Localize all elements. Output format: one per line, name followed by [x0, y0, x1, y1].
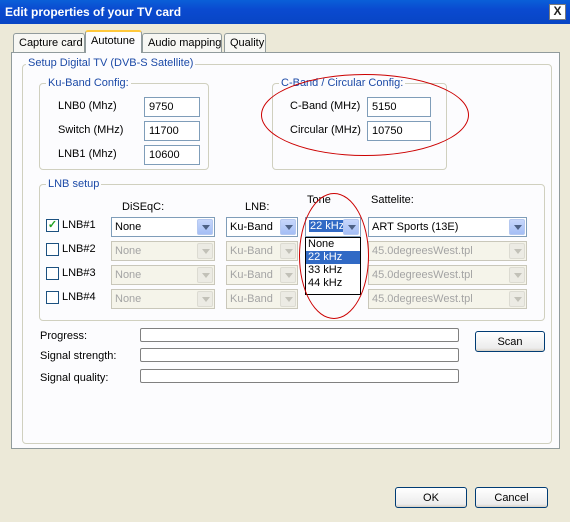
lnb3-lnb-select: Ku-Band [226, 265, 298, 285]
chevron-down-icon [197, 291, 213, 307]
circular-input[interactable]: 10750 [367, 121, 431, 141]
chevron-down-icon [280, 219, 296, 235]
lnb1-input[interactable]: 10600 [144, 145, 200, 165]
lnb3-lnb-value: Ku-Band [230, 269, 273, 281]
c-band-title: C-Band / Circular Config: [279, 77, 406, 89]
c-band-label: C-Band (MHz) [290, 100, 361, 112]
signal-strength-label: Signal strength: [40, 350, 117, 362]
chevron-down-icon [280, 267, 296, 283]
lnb1-checkbox[interactable]: ✓ [46, 219, 59, 232]
lnb1-lnb-value: Ku-Band [230, 221, 273, 233]
tone-option-none[interactable]: None [306, 238, 360, 251]
lnb2-diseqc-value: None [115, 245, 142, 257]
lnb2-lnb-value: Ku-Band [230, 245, 273, 257]
progress-label: Progress: [40, 330, 88, 342]
signal-quality-bar [140, 369, 459, 383]
lnb1-tone-value: 22 kHz [309, 220, 346, 232]
tone-header: Tone [307, 194, 331, 206]
tab-audio-mapping[interactable]: Audio mapping [142, 33, 222, 52]
tone-option-44khz[interactable]: 44 kHz [306, 277, 360, 290]
tab-quality[interactable]: Quality [224, 33, 266, 52]
switch-label: Switch (MHz) [58, 124, 124, 136]
chevron-down-icon [509, 267, 525, 283]
lnb-setup-title: LNB setup [46, 178, 102, 190]
lnb2-diseqc-select: None [111, 241, 215, 261]
chevron-down-icon [343, 219, 359, 235]
lnb3-diseqc-value: None [115, 269, 142, 281]
chevron-down-icon [509, 291, 525, 307]
chevron-down-icon [280, 243, 296, 259]
tone-option-22khz[interactable]: 22 kHz [306, 251, 360, 264]
lnb2-checkbox[interactable] [46, 243, 59, 256]
window-title: Edit properties of your TV card [5, 5, 182, 19]
ku-band-title: Ku-Band Config: [46, 77, 131, 89]
switch-input[interactable]: 11700 [144, 121, 200, 141]
lnb0-input[interactable]: 9750 [144, 97, 200, 117]
progress-bar [140, 328, 459, 342]
signal-strength-bar [140, 348, 459, 362]
signal-quality-label: Signal quality: [40, 372, 109, 384]
chevron-down-icon [197, 267, 213, 283]
chevron-down-icon [197, 243, 213, 259]
lnb2-row-label: LNB#2 [62, 243, 96, 255]
lnb4-diseqc-select: None [111, 289, 215, 309]
lnb3-checkbox[interactable] [46, 267, 59, 280]
tab-autotune[interactable]: Autotune [85, 30, 142, 53]
chevron-down-icon [197, 219, 213, 235]
setup-group-label: Setup Digital TV (DVB-S Satellite) [26, 57, 196, 69]
lnb1-satellite-select[interactable]: ART Sports (13E) [368, 217, 527, 237]
lnb2-satellite-select: 45.0degreesWest.tpl [368, 241, 527, 261]
lnb4-checkbox[interactable] [46, 291, 59, 304]
lnb4-lnb-select: Ku-Band [226, 289, 298, 309]
lnb4-row-label: LNB#4 [62, 291, 96, 303]
lnb3-satellite-value: 45.0degreesWest.tpl [372, 269, 473, 281]
lnb3-satellite-select: 45.0degreesWest.tpl [368, 265, 527, 285]
lnb4-satellite-value: 45.0degreesWest.tpl [372, 293, 473, 305]
lnb2-lnb-select: Ku-Band [226, 241, 298, 261]
lnb3-row-label: LNB#3 [62, 267, 96, 279]
lnb1-tone-select[interactable]: 22 kHz [305, 217, 361, 237]
tone-dropdown-list: None 22 kHz 33 kHz 44 kHz [305, 237, 361, 295]
lnb4-satellite-select: 45.0degreesWest.tpl [368, 289, 527, 309]
window-titlebar: Edit properties of your TV card [0, 0, 570, 24]
lnb4-diseqc-value: None [115, 293, 142, 305]
lnb1-diseqc-select[interactable]: None [111, 217, 215, 237]
ok-button[interactable]: OK [395, 487, 467, 508]
scan-button[interactable]: Scan [475, 331, 545, 352]
lnb1-row-label: LNB#1 [62, 219, 96, 231]
diseqc-header: DiSEqC: [122, 201, 165, 213]
lnb4-lnb-value: Ku-Band [230, 293, 273, 305]
lnb-header: LNB: [245, 201, 270, 213]
lnb1-diseqc-value: None [115, 221, 142, 233]
lnb2-satellite-value: 45.0degreesWest.tpl [372, 245, 473, 257]
tone-option-33khz[interactable]: 33 kHz [306, 264, 360, 277]
c-band-input[interactable]: 5150 [367, 97, 431, 117]
tab-capture-card[interactable]: Capture card [13, 33, 85, 52]
chevron-down-icon [509, 243, 525, 259]
close-button[interactable]: X [549, 4, 566, 20]
lnb1-label: LNB1 (Mhz) [58, 148, 117, 160]
circular-label: Circular (MHz) [290, 124, 361, 136]
cancel-button[interactable]: Cancel [475, 487, 548, 508]
chevron-down-icon [280, 291, 296, 307]
lnb1-lnb-select[interactable]: Ku-Band [226, 217, 298, 237]
lnb0-label: LNB0 (Mhz) [58, 100, 117, 112]
chevron-down-icon [509, 219, 525, 235]
lnb1-satellite-value: ART Sports (13E) [372, 221, 459, 233]
lnb3-diseqc-select: None [111, 265, 215, 285]
satellite-header: Sattelite: [371, 194, 414, 206]
